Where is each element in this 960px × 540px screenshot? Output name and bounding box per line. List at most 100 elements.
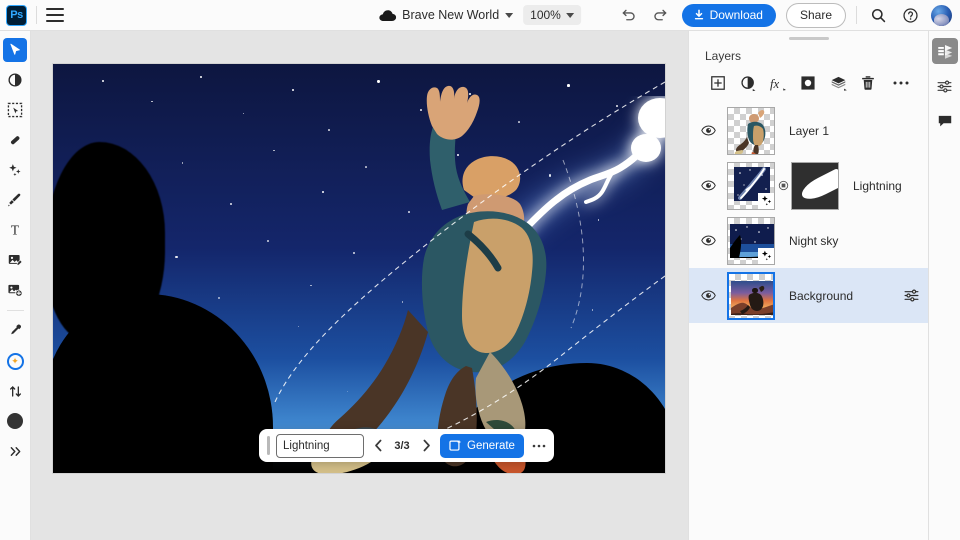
remove-background-tool[interactable] [3, 68, 27, 92]
comments-panel-button[interactable] [932, 108, 958, 134]
color-ring-icon: ✦ [7, 353, 24, 370]
layer-effects-button[interactable]: fx [763, 71, 793, 95]
user-avatar[interactable] [931, 5, 952, 26]
half-circle-icon [740, 75, 757, 92]
chevron-down-icon [566, 13, 574, 18]
fx-icon: fx [769, 75, 788, 92]
type-tool[interactable]: T [3, 218, 27, 242]
trash-icon [860, 75, 876, 91]
next-variation-button[interactable] [418, 435, 434, 457]
generate-button[interactable]: Generate [440, 434, 524, 458]
layer-visibility-toggle[interactable] [689, 178, 727, 193]
layer-row-background[interactable]: Background [689, 268, 928, 323]
group-layers-button[interactable] [823, 71, 853, 95]
search-icon[interactable] [867, 4, 889, 26]
layer-row-lightning[interactable]: Lightning [689, 158, 928, 213]
generative-fill-toolbar[interactable]: 3/3 Generate [259, 429, 554, 462]
top-bar: Ps Brave New World 100% [0, 0, 960, 31]
layer-thumbnail[interactable] [727, 107, 775, 155]
layer-visibility-toggle[interactable] [689, 233, 727, 248]
mask-square-icon [800, 75, 816, 91]
layer-thumbnail[interactable] [727, 272, 775, 320]
download-button[interactable]: Download [682, 4, 776, 27]
layer-name: Layer 1 [789, 124, 928, 138]
image-canvas[interactable]: 3/3 Generate [53, 64, 665, 473]
layer-thumbnail[interactable] [727, 162, 775, 210]
place-image-tool[interactable] [3, 248, 27, 272]
zoom-selector[interactable]: 100% [523, 5, 581, 25]
tools-toolbar: T [0, 31, 31, 540]
eye-icon [701, 123, 716, 138]
document-title: Brave New World [402, 8, 499, 22]
cloud-icon [379, 9, 396, 21]
layer-row-night-sky[interactable]: Night sky [689, 213, 928, 268]
share-label: Share [800, 8, 832, 22]
stack-icon [830, 75, 847, 92]
layers-panel: Layers fx [688, 31, 928, 540]
prev-variation-button[interactable] [370, 435, 386, 457]
mask-shape [798, 167, 839, 203]
undo-icon[interactable] [618, 4, 640, 26]
layer-thumbnail[interactable] [727, 217, 775, 265]
foreground-color-swatch[interactable] [3, 409, 27, 433]
download-label: Download [710, 8, 763, 22]
eyedropper-tool[interactable] [3, 319, 27, 343]
download-icon [693, 9, 705, 21]
spot-healing-tool[interactable] [3, 128, 27, 152]
panel-more-button[interactable] [886, 71, 916, 95]
photoshop-web-app: Ps Brave New World 100% [0, 0, 960, 540]
redo-icon[interactable] [650, 4, 672, 26]
eye-icon [701, 178, 716, 193]
help-circle-icon[interactable] [899, 4, 921, 26]
swap-colors-tool[interactable] [3, 379, 27, 403]
svg-text:T: T [11, 222, 19, 237]
add-image-tool[interactable] [3, 278, 27, 302]
drag-grip-icon[interactable] [267, 436, 270, 455]
divider [36, 6, 37, 24]
divider [856, 6, 857, 24]
more-tools-button[interactable] [3, 439, 27, 463]
select-subject-tool[interactable] [3, 98, 27, 122]
hamburger-menu-icon[interactable] [46, 8, 64, 22]
adjustment-layer-button[interactable] [733, 71, 763, 95]
sliders-icon [903, 287, 920, 304]
variation-counter: 3/3 [392, 440, 412, 452]
plus-square-icon [710, 75, 726, 91]
brush-tool[interactable] [3, 188, 27, 212]
properties-panel-button[interactable] [932, 73, 958, 99]
layers-list: Layer 1 [689, 103, 928, 323]
share-button[interactable]: Share [786, 3, 846, 28]
layer-name: Background [789, 289, 894, 303]
move-tool[interactable] [3, 38, 27, 62]
generative-fill-tool[interactable] [3, 158, 27, 182]
delete-layer-button[interactable] [853, 71, 883, 95]
toolbar-divider [7, 310, 24, 311]
generate-sparkle-icon [449, 439, 462, 452]
layers-panel-button[interactable] [932, 38, 958, 64]
layer-properties-button[interactable] [894, 287, 928, 304]
layer-visibility-toggle[interactable] [689, 123, 727, 138]
canvas-workspace[interactable]: 3/3 Generate [31, 31, 688, 540]
sliders-icon [936, 78, 953, 95]
layers-panel-actions: fx [689, 63, 928, 95]
chevron-down-icon[interactable] [505, 13, 513, 18]
color-swatch-icon [7, 413, 23, 429]
add-mask-button[interactable] [793, 71, 823, 95]
layer-row-layer-1[interactable]: Layer 1 [689, 103, 928, 158]
eye-icon [701, 233, 716, 248]
layer-visibility-toggle[interactable] [689, 288, 727, 303]
eye-icon [701, 288, 716, 303]
top-bar-right: Download Share [618, 0, 952, 31]
color-picker-ring[interactable]: ✦ [3, 349, 27, 373]
panel-title: Layers [689, 40, 928, 63]
zoom-level-label: 100% [530, 8, 561, 22]
generate-label: Generate [467, 440, 515, 452]
svg-text:fx: fx [770, 76, 780, 90]
add-layer-button[interactable] [703, 71, 733, 95]
photoshop-logo[interactable]: Ps [6, 5, 27, 26]
comment-icon [937, 113, 953, 129]
generate-more-options-button[interactable] [530, 435, 548, 457]
mask-link-icon[interactable] [775, 179, 791, 192]
layer-mask-thumbnail[interactable] [791, 162, 839, 210]
prompt-input[interactable] [276, 434, 364, 458]
